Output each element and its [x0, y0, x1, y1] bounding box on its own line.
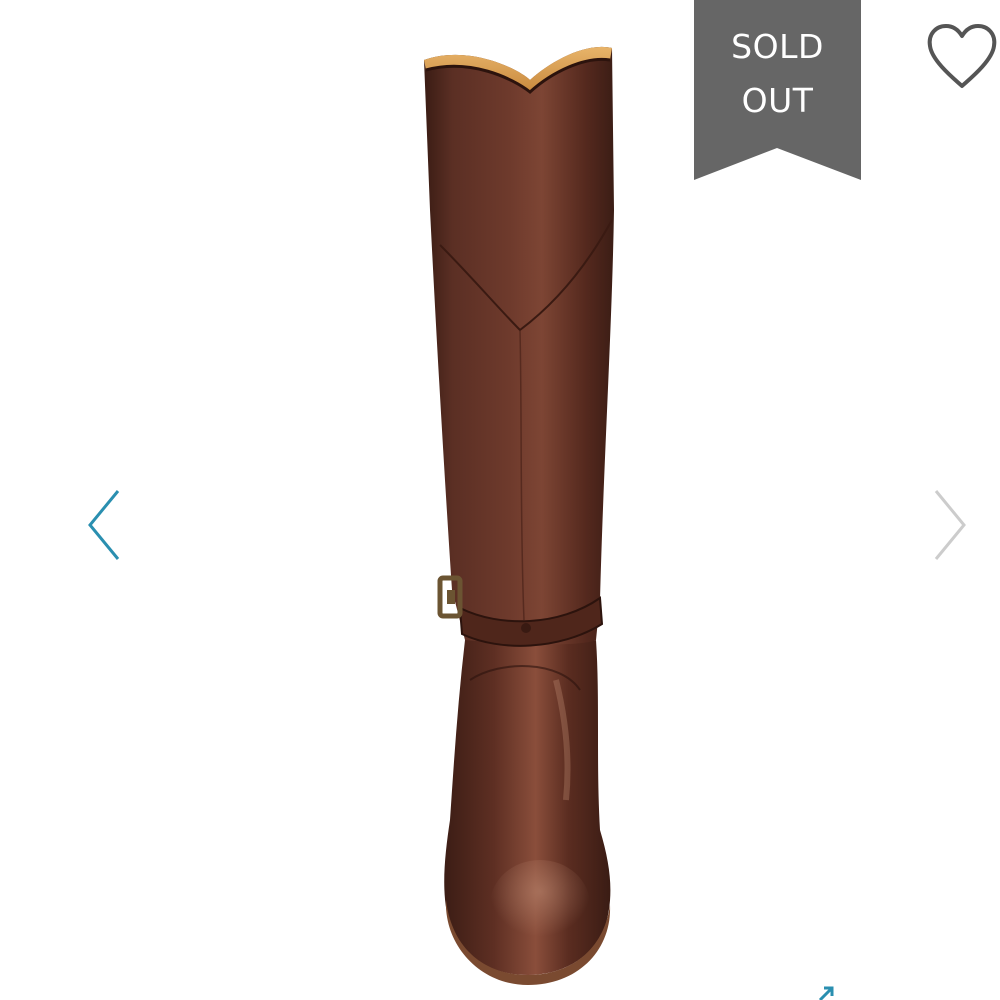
sold-out-label-line1: SOLD: [731, 27, 824, 66]
previous-image-button[interactable]: [82, 485, 126, 565]
expand-image-button[interactable]: [812, 984, 842, 1000]
sold-out-label-line2: OUT: [741, 81, 814, 120]
expand-arrow-icon: [818, 986, 834, 1000]
chevron-right-icon: [934, 490, 966, 560]
sold-out-badge: SOLD OUT: [694, 0, 861, 180]
product-image-viewer: SOLD OUT: [0, 0, 1000, 1000]
wishlist-button[interactable]: [924, 22, 1000, 92]
next-image-button[interactable]: [930, 485, 974, 565]
chevron-left-icon: [88, 490, 120, 560]
heart-outline-icon: [927, 24, 997, 88]
